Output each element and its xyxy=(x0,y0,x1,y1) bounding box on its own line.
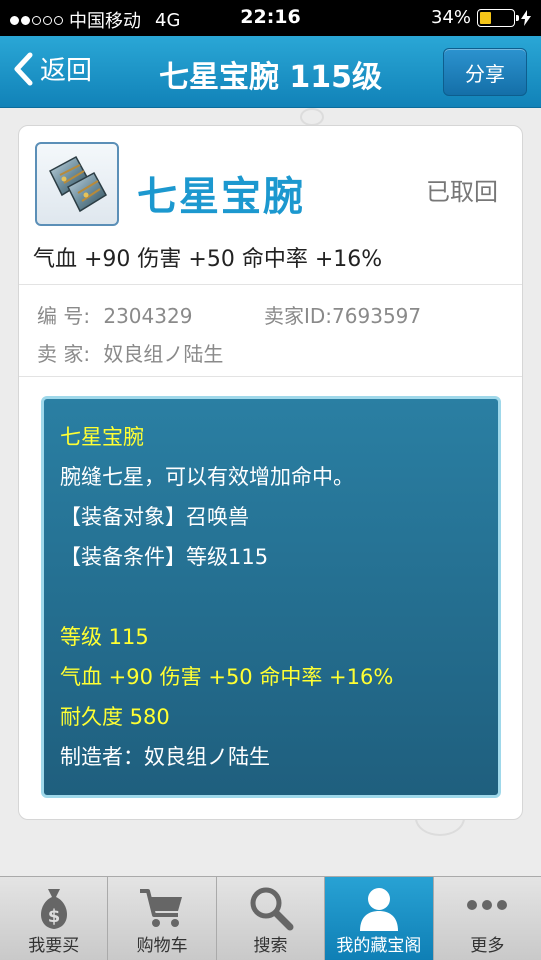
divider xyxy=(19,376,522,377)
item-description-panel: 七星宝腕 腕缝七星，可以有效增加命中。 【装备对象】召唤兽 【装备条件】等级11… xyxy=(41,396,501,798)
seller-value: 奴良组ノ陆生 xyxy=(103,342,224,366)
tab-label: 我的藏宝阁 xyxy=(336,936,422,956)
item-attributes: 气血 +90 伤害 +50 命中率 +16% xyxy=(33,247,383,272)
chevron-left-icon xyxy=(14,52,33,85)
status-right: 34% xyxy=(431,7,531,28)
item-card: 七星宝腕 已取回 气血 +90 伤害 +50 命中率 +16% 编 号: 230… xyxy=(18,125,523,820)
battery-percent: 34% xyxy=(430,7,471,28)
search-icon xyxy=(250,887,294,931)
back-label: 返回 xyxy=(40,56,93,86)
charging-bolt-icon xyxy=(521,9,531,26)
tooltip-stats: 气血 +90 伤害 +50 命中率 +16% xyxy=(60,665,394,689)
seller-id-label: 卖家ID: xyxy=(264,304,333,328)
item-id-value: 2304329 xyxy=(103,304,193,328)
tab-cart[interactable]: 购物车 xyxy=(108,877,217,960)
item-name: 七星宝腕 xyxy=(137,174,305,220)
tab-my-treasure[interactable]: 我的藏宝阁 xyxy=(325,877,434,960)
tab-buy[interactable]: $ 我要买 xyxy=(0,877,109,960)
tab-more[interactable]: 更多 xyxy=(434,877,541,960)
tooltip-description: 腕缝七星，可以有效增加命中。 xyxy=(60,465,354,489)
seller-row: 卖 家: 奴良组ノ陆生 xyxy=(37,338,223,367)
item-id-label: 编 号: xyxy=(37,304,91,328)
back-button[interactable]: 返回 xyxy=(12,50,92,87)
item-id-row: 编 号: 2304329 xyxy=(37,300,192,329)
tab-bar: $ 我要买 购物车 搜索 我的藏宝阁 更多 xyxy=(0,876,541,960)
tooltip-equip-condition: 【装备条件】等级115 xyxy=(60,545,269,569)
tooltip-equip-target: 【装备对象】召唤兽 xyxy=(60,505,249,529)
seller-label: 卖 家: xyxy=(37,342,91,366)
more-icon xyxy=(467,900,508,910)
background-watermark xyxy=(300,108,324,126)
svg-text:$: $ xyxy=(47,906,60,927)
tab-search[interactable]: 搜索 xyxy=(217,877,326,960)
tooltip-title: 七星宝腕 xyxy=(60,425,144,449)
seller-id-value: 7693597 xyxy=(332,304,422,328)
seller-id-row: 卖家ID:7693597 xyxy=(264,300,421,329)
user-icon xyxy=(359,888,398,931)
divider xyxy=(19,284,522,285)
tab-label: 更多 xyxy=(470,936,505,956)
battery-icon xyxy=(477,8,519,27)
tooltip-level: 等级 115 xyxy=(60,625,149,649)
money-bag-icon: $ xyxy=(40,889,67,929)
tooltip-maker: 制造者：奴良组ノ陆生 xyxy=(60,745,270,769)
nav-bar: 返回 七星宝腕 115级 分享 xyxy=(0,36,541,108)
tab-label: 搜索 xyxy=(253,936,288,956)
status-bar: 中国移动 4G 22:16 34% xyxy=(0,0,541,36)
tab-label: 我要买 xyxy=(28,936,80,956)
item-status: 已取回 xyxy=(426,178,498,206)
cart-icon xyxy=(140,889,183,927)
tab-label: 购物车 xyxy=(136,936,188,956)
wrist-guard-icon xyxy=(35,142,119,226)
share-button[interactable]: 分享 xyxy=(443,48,527,96)
tooltip-durability: 耐久度 580 xyxy=(60,705,170,729)
